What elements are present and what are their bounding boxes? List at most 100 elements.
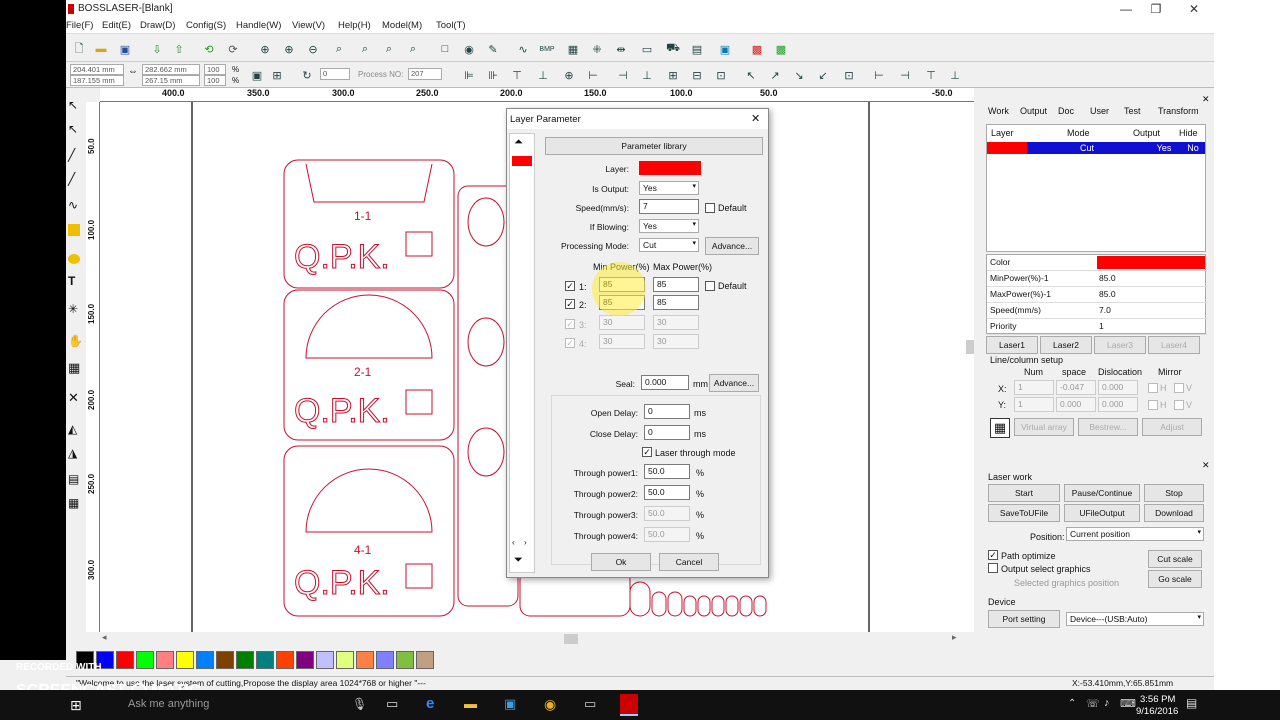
- open-delay-input[interactable]: 0: [644, 404, 690, 419]
- through-power2-input[interactable]: 50.0: [644, 485, 690, 500]
- power3-min-input[interactable]: 30: [599, 315, 645, 330]
- bosslaser-taskbar-icon[interactable]: [620, 694, 638, 716]
- curve-icon[interactable]: ∿: [514, 40, 532, 58]
- polyline-tool-icon[interactable]: ╱: [68, 172, 75, 186]
- menu-model[interactable]: Model(M): [382, 20, 422, 31]
- color-swatch[interactable]: [356, 651, 374, 669]
- pointer-icon[interactable]: ↖: [68, 98, 78, 112]
- power2-checkbox[interactable]: ✓: [565, 299, 575, 309]
- color-swatch[interactable]: [416, 651, 434, 669]
- measure-icon[interactable]: ▭: [638, 40, 656, 58]
- x-dislocation-field[interactable]: 0.000: [1098, 380, 1138, 395]
- ellipse-tool-icon[interactable]: [68, 254, 80, 264]
- zoom-out-icon[interactable]: ⊖: [304, 40, 322, 58]
- preview-icon[interactable]: ▣: [716, 40, 734, 58]
- y-mirror-v-checkbox[interactable]: [1174, 400, 1184, 410]
- menu-handle[interactable]: Handle(W): [236, 20, 281, 31]
- speed-default-checkbox[interactable]: [705, 203, 715, 213]
- align-right-icon[interactable]: ⊪: [484, 66, 502, 84]
- laser4-button[interactable]: Laser4: [1148, 336, 1200, 354]
- width-field[interactable]: 282.662 mm: [142, 64, 200, 75]
- tab-output[interactable]: Output: [1020, 106, 1047, 116]
- cancel-button[interactable]: Cancel: [659, 553, 719, 571]
- prop-value[interactable]: 85.0: [1099, 289, 1116, 299]
- scroll-left-icon[interactable]: ◂: [102, 632, 107, 643]
- color-swatch[interactable]: [316, 651, 334, 669]
- keyboard-icon[interactable]: ⌨: [1120, 697, 1136, 710]
- grid-icon[interactable]: ▦: [564, 40, 582, 58]
- volume-icon[interactable]: ♪: [1104, 697, 1110, 709]
- power4-checkbox[interactable]: ✓: [565, 338, 575, 348]
- mirror-v-icon[interactable]: ⊡: [712, 66, 730, 84]
- node-select-icon[interactable]: ↖: [68, 122, 78, 136]
- clock-time[interactable]: 3:56 PM: [1140, 694, 1175, 705]
- distribute-h-icon[interactable]: ⊣: [614, 66, 632, 84]
- taskbar-search-label[interactable]: Ask me anything: [128, 698, 209, 710]
- cut-scale-button[interactable]: Cut scale: [1148, 550, 1202, 568]
- same-size-icon[interactable]: ⊞: [664, 66, 682, 84]
- spacing-right-icon[interactable]: ⊣: [896, 66, 914, 84]
- distribute-v-icon[interactable]: ⊥: [638, 66, 656, 84]
- mirror-h-icon[interactable]: ⊟: [688, 66, 706, 84]
- store-icon[interactable]: ▣: [504, 696, 516, 712]
- through-power4-input[interactable]: 50.0: [644, 527, 690, 542]
- power4-min-input[interactable]: 30: [599, 334, 645, 349]
- tab-user[interactable]: User: [1090, 106, 1109, 116]
- zoom-plus-icon[interactable]: ⊕: [280, 40, 298, 58]
- export-icon[interactable]: ⇧: [170, 40, 188, 58]
- maximize-button[interactable]: ❐: [1146, 2, 1166, 16]
- power3-max-input[interactable]: 30: [653, 315, 699, 330]
- adjust-button[interactable]: Adjust: [1142, 418, 1202, 436]
- close-delay-input[interactable]: 0: [644, 425, 690, 440]
- tab-doc[interactable]: Doc: [1058, 106, 1074, 116]
- point-tool-icon[interactable]: ✳: [68, 302, 78, 316]
- windows-start-icon[interactable]: ⊞: [70, 697, 82, 714]
- download-button[interactable]: Download: [1144, 504, 1204, 522]
- delete-tool-icon[interactable]: ✕: [68, 390, 79, 406]
- center-icon[interactable]: ⊞: [268, 66, 286, 84]
- output-select-checkbox[interactable]: [988, 563, 998, 573]
- color-grid-icon[interactable]: ▩: [748, 40, 766, 58]
- power3-checkbox[interactable]: ✓: [565, 319, 575, 329]
- line-tool-icon[interactable]: ╱: [68, 148, 75, 162]
- color-swatch[interactable]: [216, 651, 234, 669]
- zoom-all-icon[interactable]: ⌕: [404, 40, 422, 58]
- speed-input[interactable]: 7: [639, 199, 699, 214]
- color-swatch[interactable]: [156, 651, 174, 669]
- panel-close-icon[interactable]: ✕: [1202, 94, 1210, 105]
- scroll-thumb[interactable]: [564, 634, 578, 644]
- close-window-button[interactable]: ✕: [1184, 2, 1204, 16]
- table-icon[interactable]: ▤: [688, 40, 706, 58]
- open-folder-icon[interactable]: ▬: [92, 40, 110, 58]
- height-field[interactable]: 267.15 mm: [142, 75, 200, 86]
- file-explorer-icon[interactable]: ▬: [464, 696, 477, 711]
- spacing-left-icon[interactable]: ⊢: [870, 66, 888, 84]
- menu-tool[interactable]: Tool(T): [436, 20, 466, 31]
- redo-icon[interactable]: ⟳: [224, 40, 242, 58]
- pen-icon[interactable]: ✎: [484, 40, 502, 58]
- menu-help[interactable]: Help(H): [338, 20, 371, 31]
- pause-continue-button[interactable]: Pause/Continue: [1064, 484, 1140, 502]
- power-default-checkbox[interactable]: [705, 281, 715, 291]
- grid-tool-icon[interactable]: ▦: [68, 360, 80, 376]
- laser-work-close-icon[interactable]: ✕: [1202, 460, 1210, 471]
- path-optimize-checkbox[interactable]: ✓: [988, 550, 998, 560]
- align-icon[interactable]: ⇹: [612, 40, 630, 58]
- advance-seal-button[interactable]: Advance...: [709, 374, 759, 392]
- layer-hide-cell[interactable]: No: [1181, 142, 1205, 154]
- prop-value[interactable]: 85.0: [1099, 273, 1116, 283]
- flip-tool-icon[interactable]: ◮: [68, 446, 77, 460]
- strip-down-icon[interactable]: ⏷: [514, 554, 523, 567]
- layer-output-cell[interactable]: Yes: [1147, 142, 1181, 154]
- save-icon[interactable]: ▣: [116, 40, 134, 58]
- menu-edit[interactable]: Edit(E): [102, 20, 131, 31]
- move-br-icon[interactable]: ↘: [790, 66, 808, 84]
- strip-layer-swatch[interactable]: [512, 156, 532, 166]
- color-swatch[interactable]: [296, 651, 314, 669]
- ufile-output-button[interactable]: UFileOutput: [1064, 504, 1140, 522]
- color-swatch[interactable]: [116, 651, 134, 669]
- clock-date[interactable]: 9/16/2016: [1136, 706, 1178, 717]
- tab-work[interactable]: Work: [988, 106, 1009, 116]
- go-scale-button[interactable]: Go scale: [1148, 570, 1202, 588]
- x-coord[interactable]: 204.401 mm: [70, 64, 124, 75]
